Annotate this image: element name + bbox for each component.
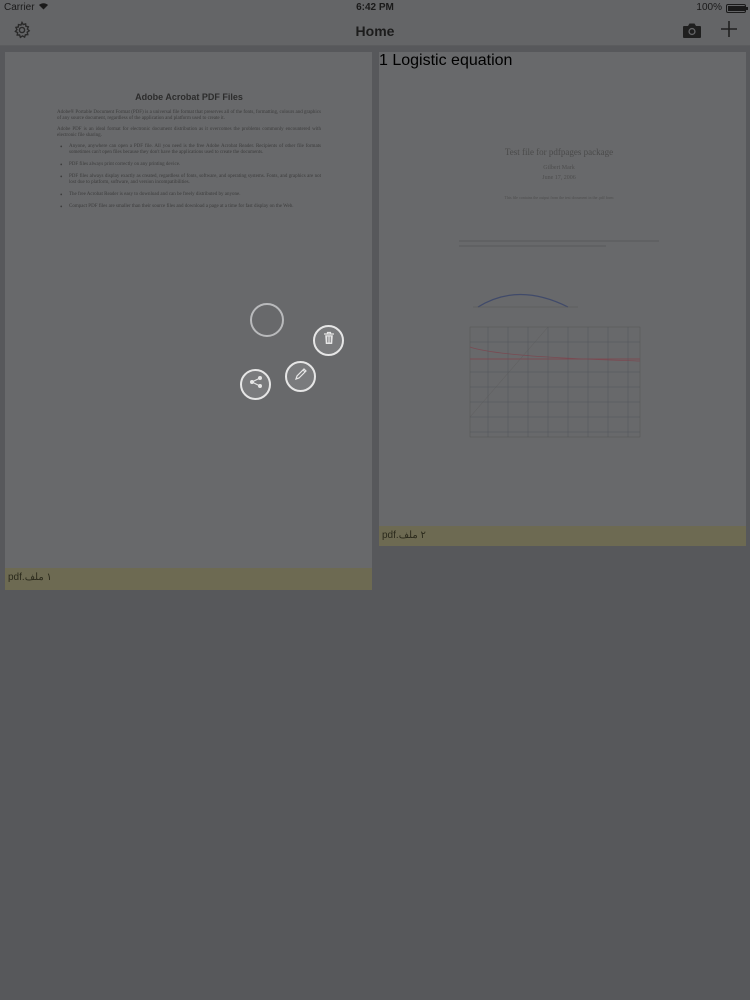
document-card-1[interactable]: Adobe Acrobat PDF Files Adobe® Portable … <box>5 52 372 590</box>
status-time: 6:42 PM <box>356 2 394 13</box>
menu-anchor-circle[interactable] <box>250 303 284 337</box>
battery-percent: 100% <box>696 2 722 13</box>
document-card-2[interactable]: Test file for pdfpages package Gilbert M… <box>379 52 746 546</box>
doc-bullet: The free Acrobat Reader is easy to downl… <box>57 192 321 198</box>
doc-bullet: PDF files always print correctly on any … <box>57 162 321 168</box>
camera-icon[interactable] <box>682 22 702 39</box>
doc-title: Test file for pdfpages package <box>504 147 614 157</box>
doc-paragraph: Adobe® Portable Document Format (PDF) is… <box>57 110 321 121</box>
doc-author: Gilbert Mark <box>543 165 575 171</box>
battery-icon <box>726 4 748 13</box>
doc-text-lines <box>459 240 669 250</box>
status-bar: Carrier 6:42 PM 100% <box>0 0 750 16</box>
edit-button[interactable] <box>285 361 316 392</box>
pencil-icon <box>294 367 308 386</box>
share-icon <box>249 375 263 394</box>
document-preview-1: Adobe Acrobat PDF Files Adobe® Portable … <box>57 92 321 216</box>
doc-bullet: Anyone, anywhere can open a PDF file. Al… <box>57 144 321 156</box>
doc-bullet: PDF files always display exactly as crea… <box>57 174 321 186</box>
doc-date: June 17, 2006 <box>542 175 576 181</box>
doc-section-heading: 1 Logistic equation <box>379 52 513 69</box>
plus-icon[interactable] <box>720 20 738 40</box>
doc-note: This file contains the output from the t… <box>504 195 614 200</box>
doc-paragraph: Adobe PDF is an ideal format for electro… <box>57 127 321 138</box>
document-label-1[interactable]: pdf.١ ملف <box>5 568 372 590</box>
doc-bullet: Compact PDF files are smaller than their… <box>57 204 321 210</box>
nav-bar: Home <box>0 16 750 46</box>
document-label-2[interactable]: pdf.٢ ملف <box>379 526 746 546</box>
trash-icon <box>323 331 335 350</box>
doc-figure <box>468 287 648 447</box>
share-button[interactable] <box>240 369 271 400</box>
doc-bullet-list: Anyone, anywhere can open a PDF file. Al… <box>57 144 321 210</box>
page-title: Home <box>355 23 395 39</box>
battery-fill <box>728 6 746 11</box>
doc-title: Adobe Acrobat PDF Files <box>135 92 243 102</box>
document-preview-2: Test file for pdfpages package Gilbert M… <box>449 147 669 200</box>
delete-button[interactable] <box>313 325 344 356</box>
